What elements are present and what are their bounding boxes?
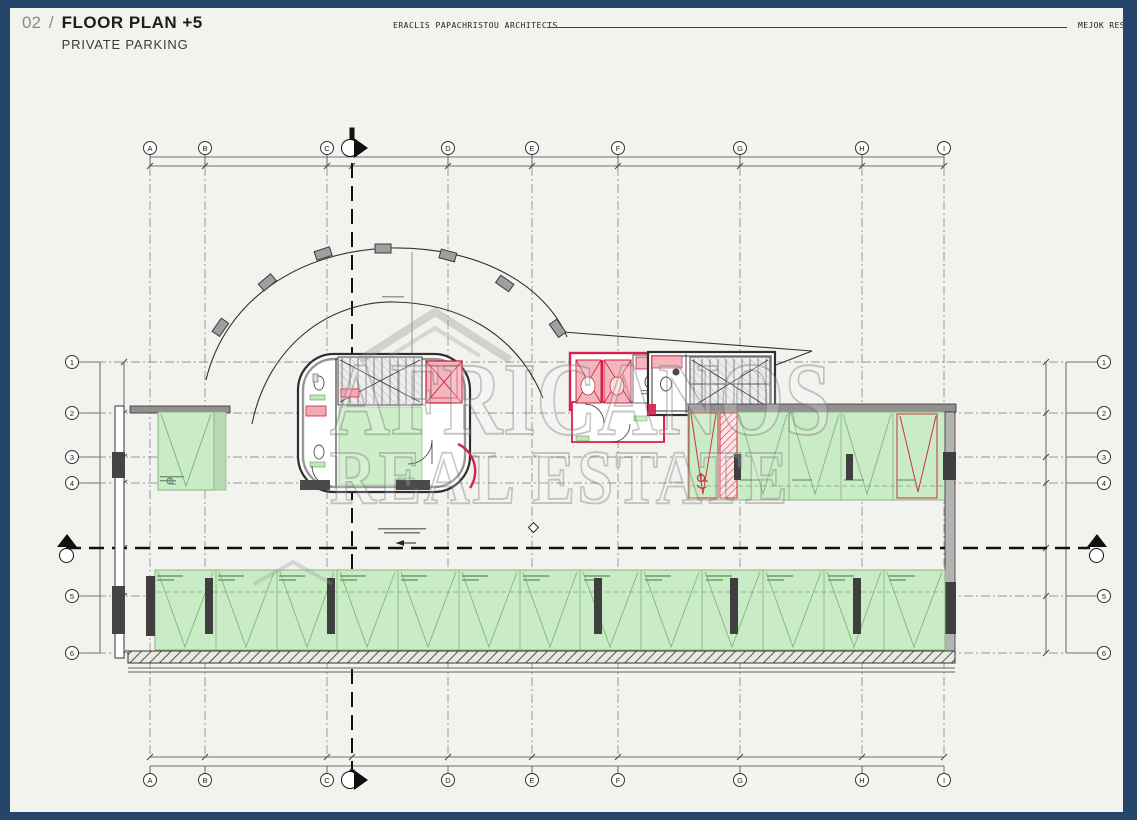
west-core xyxy=(298,354,475,492)
grid-col-top-g: G xyxy=(733,141,747,155)
drawing-header: 02 / FLOOR PLAN +5 PRIVATE PARKING xyxy=(22,13,203,52)
section-marker-top-arrow-icon xyxy=(354,138,368,158)
grid-row-left-6: 6 xyxy=(65,646,79,660)
grid-col-bot-g: G xyxy=(733,773,747,787)
grid-col-bot-i: I xyxy=(937,773,951,787)
grid-col-bot-h: H xyxy=(855,773,869,787)
center-annotation xyxy=(378,523,538,546)
sheet-number: 02 xyxy=(22,13,41,52)
grid-col-bot-d: D xyxy=(441,773,455,787)
page-frame-top xyxy=(0,0,1137,8)
grid-col-top-e: E xyxy=(525,141,539,155)
page-frame-bottom xyxy=(0,812,1137,820)
grid-col-bot-c: C xyxy=(320,773,334,787)
page-title: FLOOR PLAN +5 xyxy=(62,13,203,33)
section-marker-left-arrow-icon xyxy=(57,534,77,547)
page-subtitle: PRIVATE PARKING xyxy=(62,37,203,52)
grid-row-left-1: 1 xyxy=(65,355,79,369)
grid-col-top-c: C xyxy=(320,141,334,155)
grid-row-right-4: 4 xyxy=(1097,476,1111,490)
section-marker-right xyxy=(1089,548,1104,563)
page-frame-right xyxy=(1123,0,1137,820)
grid-row-left-3: 3 xyxy=(65,450,79,464)
architect-name: ERACLIS PAPACHRISTOU ARCHITECTS xyxy=(393,21,558,30)
page-frame-left xyxy=(0,0,10,820)
grid-col-bot-a: A xyxy=(143,773,157,787)
grid-row-left-5: 5 xyxy=(65,589,79,603)
grid-col-bot-e: E xyxy=(525,773,539,787)
title-rule-line xyxy=(547,27,1067,28)
section-marker-right-arrow-icon xyxy=(1087,534,1107,547)
grid-row-left-4: 4 xyxy=(65,476,79,490)
grid-col-top-d: D xyxy=(441,141,455,155)
grid-row-right-1: 1 xyxy=(1097,355,1111,369)
grid-row-right-2: 2 xyxy=(1097,406,1111,420)
grid-col-top-f: F xyxy=(611,141,625,155)
grid-col-top-a: A xyxy=(143,141,157,155)
project-reference: MEJOK RES xyxy=(1078,21,1125,30)
grid-row-right-6: 6 xyxy=(1097,646,1111,660)
grid-col-bot-b: B xyxy=(198,773,212,787)
grid-row-right-5: 5 xyxy=(1097,589,1111,603)
section-marker-bottom-arrow-icon xyxy=(354,770,368,790)
grid-col-top-h: H xyxy=(855,141,869,155)
sheet-separator: / xyxy=(49,13,54,52)
grid-col-bot-f: F xyxy=(611,773,625,787)
ramp-columns xyxy=(212,244,566,337)
grid-row-right-3: 3 xyxy=(1097,450,1111,464)
floor-plan-drawing xyxy=(0,0,1137,820)
section-marker-left xyxy=(59,548,74,563)
grid-col-top-i: I xyxy=(937,141,951,155)
grid-row-left-2: 2 xyxy=(65,406,79,420)
bottom-parking-row xyxy=(128,570,955,672)
grid-col-top-b: B xyxy=(198,141,212,155)
